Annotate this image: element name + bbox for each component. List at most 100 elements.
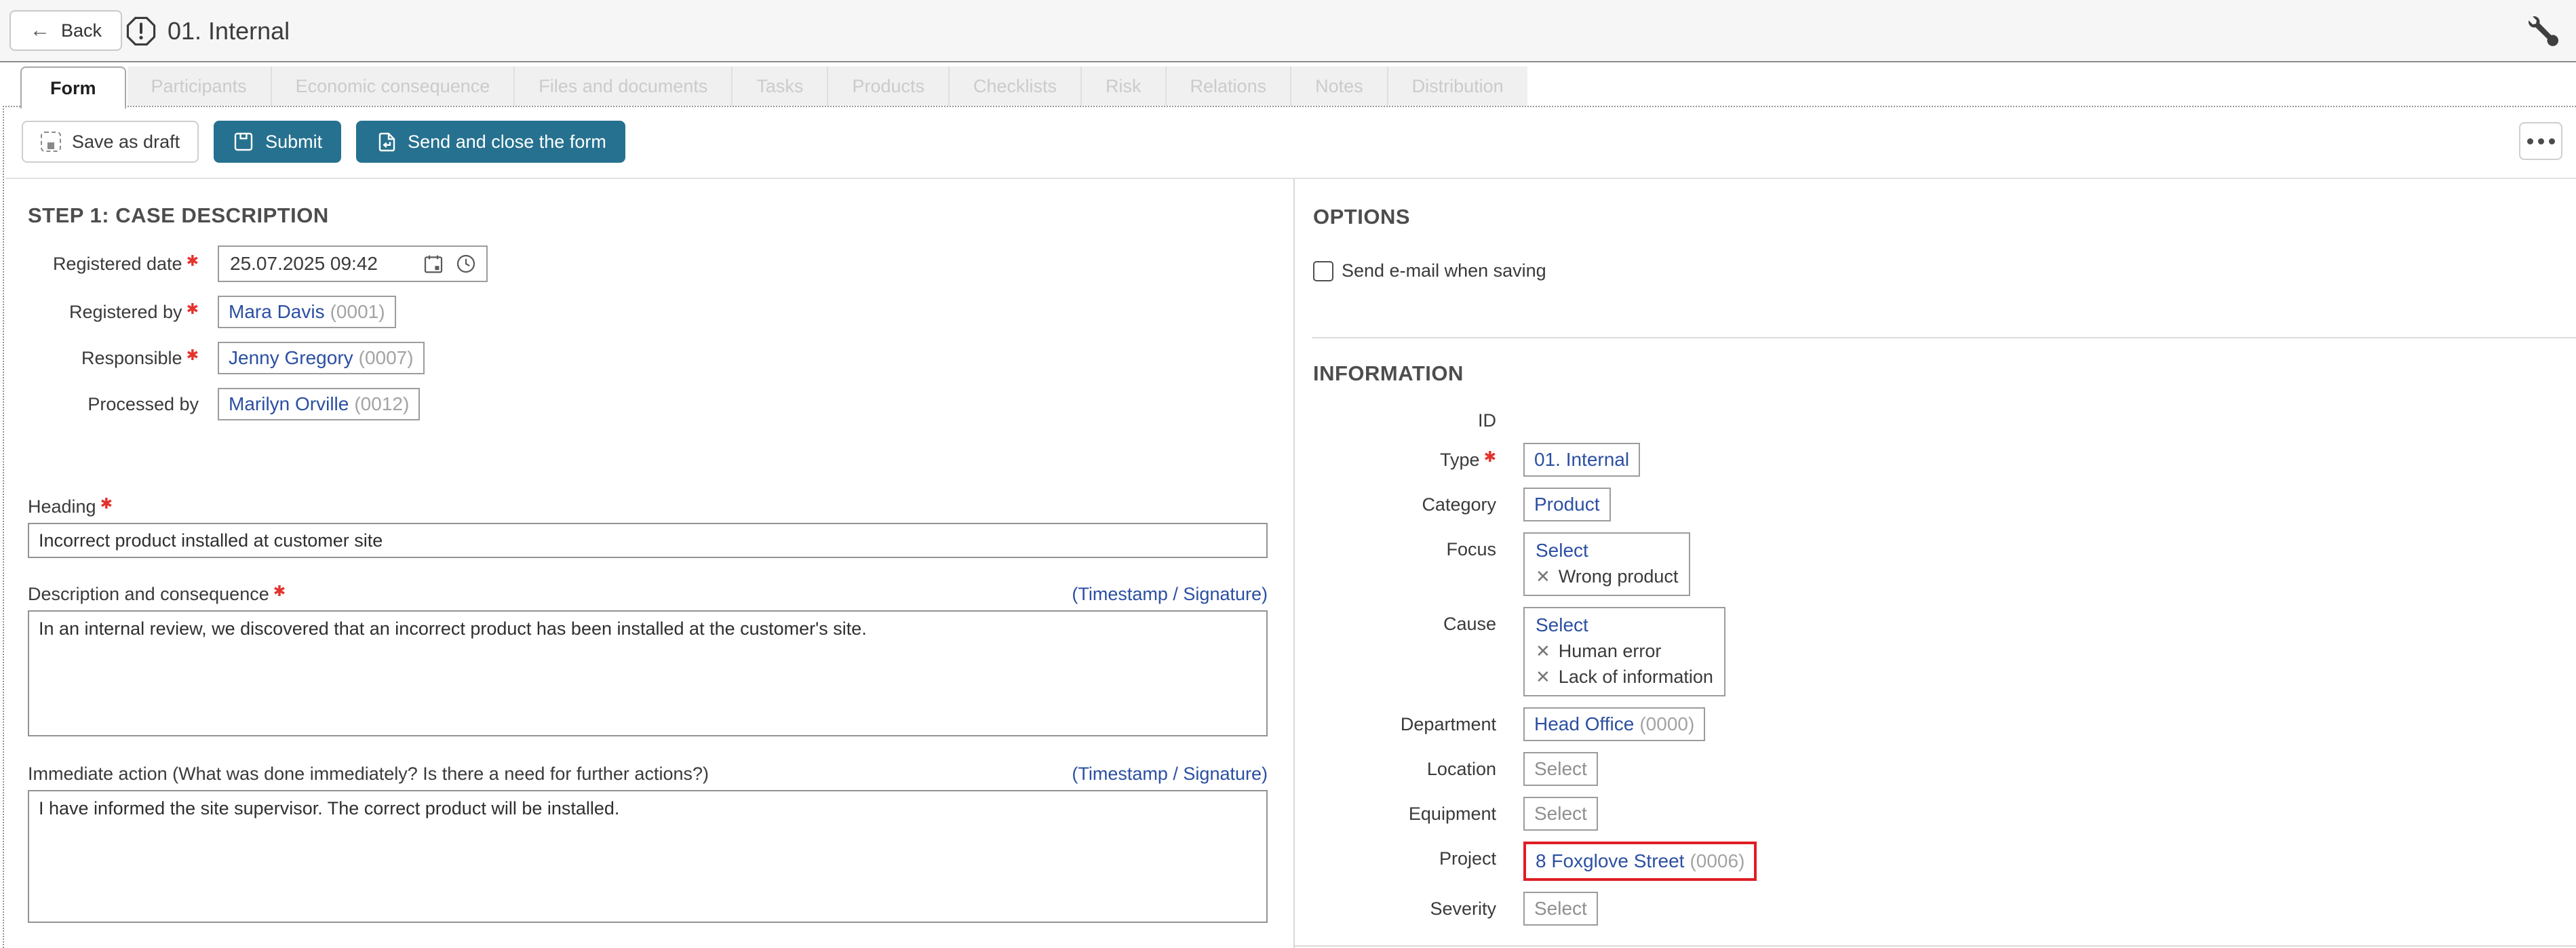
registered-date-label: Registered date✱ (28, 254, 199, 275)
remove-item-icon[interactable]: ✕ (1536, 638, 1550, 664)
location-field[interactable]: Select (1523, 752, 1598, 786)
clock-icon[interactable] (455, 253, 477, 275)
wrench-icon[interactable] (2529, 16, 2558, 46)
back-arrow-icon: ← (30, 20, 50, 41)
department-value-link[interactable]: Head Office (1534, 713, 1634, 735)
department-row: Department Head Office (0000) (1313, 707, 2576, 741)
required-asterisk: ✱ (187, 252, 199, 269)
calendar-icon[interactable] (423, 253, 444, 275)
responsible-name-link[interactable]: Jenny Gregory (229, 347, 353, 369)
id-label: ID (1313, 410, 1496, 431)
severity-label: Severity (1313, 892, 1496, 920)
send-document-icon (375, 131, 397, 153)
focus-field[interactable]: Select ✕ Wrong product (1523, 532, 1690, 596)
responsible-code: (0007) (359, 347, 414, 369)
immediate-action-field-block: Immediate action (What was done immediat… (28, 764, 1292, 923)
cause-select-link[interactable]: Select (1536, 612, 1713, 638)
registered-by-label: Registered by✱ (28, 302, 199, 323)
send-and-close-label: Send and close the form (408, 132, 606, 153)
options-section-title: OPTIONS (1313, 205, 2576, 229)
cause-selected-item: ✕ Human error (1536, 638, 1713, 664)
heading-input[interactable] (28, 523, 1268, 558)
processed-by-field[interactable]: Marilyn Orville (0012) (218, 388, 420, 420)
responsible-label: Responsible✱ (28, 348, 199, 369)
save-as-draft-button[interactable]: Save as draft (22, 121, 199, 163)
more-actions-button[interactable] (2519, 122, 2562, 160)
send-email-checkbox[interactable] (1313, 261, 1333, 281)
immediate-action-timestamp-link[interactable]: (Timestamp / Signature) (1072, 764, 1268, 785)
description-label: Description and consequence✱ (28, 584, 286, 605)
project-value-link[interactable]: 8 Foxglove Street (1536, 850, 1684, 872)
type-value-link[interactable]: 01. Internal (1534, 449, 1629, 471)
location-select-placeholder: Select (1534, 758, 1587, 780)
tab-risk[interactable]: Risk (1080, 66, 1165, 106)
tab-relations[interactable]: Relations (1165, 66, 1291, 106)
case-meta-fields: Registered date✱ 25.07.2025 09:42 (28, 245, 1292, 420)
tab-form[interactable]: Form (20, 66, 126, 108)
severity-row: Severity Select (1313, 892, 2576, 926)
responsible-row: Responsible✱ Jenny Gregory (0007) (28, 342, 1292, 374)
focus-row: Focus Select ✕ Wrong product (1313, 532, 2576, 596)
submit-button[interactable]: Submit (214, 121, 341, 163)
tab-files-and-documents[interactable]: Files and documents (513, 66, 731, 106)
focus-label: Focus (1313, 532, 1496, 560)
type-row: Type✱ 01. Internal (1313, 443, 2576, 477)
cause-label: Cause (1313, 607, 1496, 635)
registered-by-name-link[interactable]: Mara Davis (229, 301, 325, 323)
remove-item-icon[interactable]: ✕ (1536, 564, 1550, 589)
dot-icon (2538, 138, 2544, 144)
category-value-link[interactable]: Product (1534, 494, 1600, 515)
tab-tasks[interactable]: Tasks (731, 66, 827, 106)
step1-section-title: STEP 1: CASE DESCRIPTION (28, 203, 1292, 228)
send-email-option-row: Send e-mail when saving (1313, 260, 2576, 281)
processed-by-label: Processed by (28, 394, 199, 415)
required-asterisk: ✱ (1484, 448, 1496, 465)
severity-select-placeholder: Select (1534, 898, 1587, 920)
severity-field[interactable]: Select (1523, 892, 1598, 926)
registered-by-row: Registered by✱ Mara Davis (0001) (28, 296, 1292, 328)
registered-date-row: Registered date✱ 25.07.2025 09:42 (28, 245, 1292, 282)
project-field-highlighted[interactable]: 8 Foxglove Street (0006) (1523, 842, 1757, 881)
heading-field-block: Heading✱ (28, 496, 1292, 558)
alert-octagon-icon (125, 16, 157, 47)
description-field-block: Description and consequence✱ (Timestamp … (28, 584, 1292, 736)
focus-select-link[interactable]: Select (1536, 538, 1678, 564)
registered-date-input[interactable]: 25.07.2025 09:42 (218, 245, 488, 282)
form-toolbar: Save as draft Submit Send and close the … (22, 121, 625, 163)
remove-item-icon[interactable]: ✕ (1536, 664, 1550, 690)
tab-checklists[interactable]: Checklists (948, 66, 1080, 106)
description-timestamp-link[interactable]: (Timestamp / Signature) (1072, 584, 1268, 605)
description-textarea[interactable]: In an internal review, we discovered tha… (28, 610, 1268, 736)
required-asterisk: ✱ (187, 347, 199, 363)
information-section-title: INFORMATION (1313, 361, 2576, 386)
tab-participants[interactable]: Participants (128, 66, 271, 106)
tab-economic-consequence[interactable]: Economic consequence (271, 66, 514, 106)
project-row: Project 8 Foxglove Street (0006) (1313, 842, 2576, 881)
processed-by-row: Processed by Marilyn Orville (0012) (28, 388, 1292, 420)
required-asterisk: ✱ (100, 495, 113, 512)
back-button[interactable]: ← Back (9, 10, 122, 51)
immediate-action-label: Immediate action (What was done immediat… (28, 764, 709, 785)
tab-products[interactable]: Products (827, 66, 948, 106)
processed-by-name-link[interactable]: Marilyn Orville (229, 393, 349, 415)
tab-distribution[interactable]: Distribution (1387, 66, 1527, 106)
equipment-row: Equipment Select (1313, 797, 2576, 831)
side-column: OPTIONS Send e-mail when saving INFORMAT… (1293, 179, 2576, 948)
dot-icon (2527, 138, 2533, 144)
equipment-label: Equipment (1313, 797, 1496, 825)
options-information-divider (1312, 337, 2576, 338)
responsible-field[interactable]: Jenny Gregory (0007) (218, 342, 425, 374)
department-field[interactable]: Head Office (0000) (1523, 707, 1705, 741)
send-and-close-button[interactable]: Send and close the form (356, 121, 625, 163)
registered-by-field[interactable]: Mara Davis (0001) (218, 296, 396, 328)
tab-bar: Form Participants Economic consequence F… (20, 66, 1527, 108)
cause-field[interactable]: Select ✕ Human error ✕ Lack of informati… (1523, 607, 1725, 696)
category-field[interactable]: Product (1523, 488, 1611, 521)
immediate-action-textarea[interactable]: I have informed the site supervisor. The… (28, 790, 1268, 923)
top-header: ← Back 01. Internal (0, 0, 2576, 62)
equipment-field[interactable]: Select (1523, 797, 1598, 831)
information-fields: ID Type✱ 01. Internal Category Product (1313, 410, 2576, 926)
tab-notes[interactable]: Notes (1290, 66, 1387, 106)
type-field[interactable]: 01. Internal (1523, 443, 1640, 477)
cause-row: Cause Select ✕ Human error ✕ Lack of inf… (1313, 607, 2576, 696)
